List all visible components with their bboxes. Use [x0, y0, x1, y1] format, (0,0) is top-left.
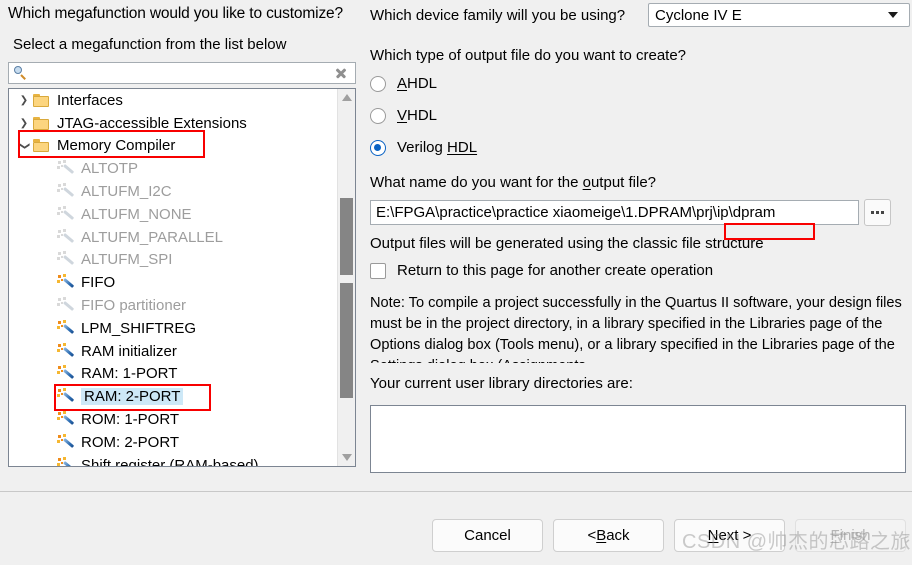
radio-verilog-hdl-label: Verilog HDL [397, 139, 478, 156]
page-title: Which megafunction would you like to cus… [8, 5, 343, 22]
page-subtitle: Select a megafunction from the list belo… [13, 36, 287, 53]
tree-item[interactable]: RAM: 1-PORT [9, 363, 335, 386]
radio-ahdl[interactable]: AHDL [370, 75, 437, 92]
scroll-down-arrow-icon[interactable] [338, 449, 355, 466]
tree-item-label: FIFO partitioner [81, 297, 187, 315]
megafunction-wand-icon [57, 183, 76, 200]
megafunction-search-box[interactable] [8, 62, 356, 84]
chevron-right-icon[interactable] [15, 118, 33, 129]
radio-vhdl-label: VHDL [397, 107, 438, 124]
output-file-name-label: What name do you want for the output fil… [370, 174, 657, 191]
megafunction-wand-icon [57, 342, 76, 360]
tree-item[interactable]: ALTUFM_I2C [9, 180, 335, 203]
tree-list: Interfaces JTAG-accessible Extensions Memo… [9, 89, 335, 467]
return-to-page-label: Return to this page for another create o… [397, 262, 714, 279]
close-icon[interactable] [330, 63, 352, 83]
tree-item[interactable]: RAM initializer [9, 340, 335, 363]
tree-item-label: FIFO [81, 274, 116, 292]
tree-item[interactable]: FIFO [9, 271, 335, 294]
tree-item[interactable]: RAM: 2-PORT [9, 385, 335, 408]
megafunction-wand-icon [57, 456, 76, 466]
tree-item-label: ALTOTP [81, 160, 138, 178]
tree-item[interactable]: ALTUFM_NONE [9, 203, 335, 226]
tree-item[interactable]: Shift register (RAM-based) [9, 454, 335, 467]
chevron-down-icon[interactable] [15, 140, 33, 151]
compile-note-text: Note: To compile a project successfully … [370, 295, 902, 363]
device-family-value: Cyclone IV E [655, 6, 742, 24]
megafunction-tree[interactable]: Interfaces JTAG-accessible Extensions Memo… [8, 88, 356, 467]
tree-item[interactable]: ALTUFM_SPI [9, 249, 335, 272]
scroll-up-arrow-icon[interactable] [338, 89, 355, 106]
folder-icon [33, 116, 50, 130]
tree-item[interactable]: ROM: 2-PORT [9, 431, 335, 454]
tree-item[interactable]: JTAG-accessible Extensions [9, 112, 335, 135]
next-button[interactable]: Next > [674, 519, 785, 552]
megafunction-wand-icon [57, 388, 76, 405]
megafunction-wand-icon [57, 228, 76, 246]
radio-ahdl-label: AHDL [397, 75, 438, 92]
radio-vhdl-indicator[interactable] [370, 107, 386, 124]
footer-divider [0, 491, 912, 492]
tree-item-label: Interfaces [57, 91, 123, 109]
search-icon [13, 65, 29, 81]
return-to-page-checkbox[interactable]: Return to this page for another create o… [370, 262, 713, 279]
output-type-label: Which type of output file do you want to… [370, 47, 687, 64]
scrollbar-thumb-lower[interactable] [340, 283, 353, 398]
radio-verilog-hdl[interactable]: Verilog HDL [370, 139, 477, 156]
search-input[interactable] [29, 64, 330, 82]
tree-item-label: ROM: 2-PORT [81, 433, 180, 451]
megafunction-wand-icon [57, 411, 76, 428]
tree-item[interactable]: ALTUFM_PARALLEL [9, 226, 335, 249]
radio-vhdl[interactable]: VHDL [370, 107, 437, 124]
folder-icon [33, 93, 50, 107]
finish-button: Finish [795, 519, 906, 552]
tree-item-label: LPM_SHIFTREG [81, 319, 197, 337]
megafunction-wand-icon [57, 251, 76, 268]
tree-item-label: RAM initializer [81, 342, 177, 360]
quartus-megawizard-dialog: Which megafunction would you like to cus… [0, 0, 912, 565]
output-settings-pane: Which device family will you be using? C… [368, 0, 912, 489]
user-library-label: Your current user library directories ar… [370, 375, 633, 392]
tree-item[interactable]: ALTOTP [9, 157, 335, 180]
browse-button[interactable] [864, 199, 891, 226]
device-family-label: Which device family will you be using? [370, 7, 626, 24]
tree-item-label: ALTUFM_SPI [81, 251, 173, 269]
tree-item[interactable]: FIFO partitioner [9, 294, 335, 317]
megafunction-wand-icon [57, 319, 76, 337]
folder-icon [33, 139, 50, 153]
output-path-input[interactable] [370, 200, 859, 225]
tree-item-label: RAM: 2-PORT [81, 388, 184, 406]
chevron-down-icon [888, 12, 898, 18]
tree-item-label: Shift register (RAM-based) [81, 456, 259, 467]
scrollbar-thumb-upper[interactable] [340, 198, 353, 275]
megafunction-selection-pane: Which megafunction would you like to cus… [0, 0, 364, 489]
tree-item-label: ALTUFM_I2C [81, 183, 172, 201]
megafunction-wand-icon [57, 205, 76, 223]
tree-item[interactable]: ROM: 1-PORT [9, 408, 335, 431]
user-library-list[interactable] [370, 405, 906, 473]
radio-ahdl-indicator[interactable] [370, 75, 386, 92]
tree-item-label: Memory Compiler [57, 137, 176, 155]
megafunction-wand-icon [57, 274, 76, 291]
tree-item-label: ALTUFM_NONE [81, 205, 192, 223]
classic-structure-note: Output files will be generated using the… [370, 235, 764, 252]
radio-verilog-hdl-indicator[interactable] [370, 139, 386, 156]
megafunction-wand-icon [57, 365, 76, 382]
tree-item-label: JTAG-accessible Extensions [57, 114, 247, 132]
device-family-select[interactable]: Cyclone IV E [648, 3, 910, 27]
checkbox-indicator[interactable] [370, 262, 386, 279]
tree-scrollbar[interactable] [337, 89, 355, 466]
chevron-right-icon[interactable] [15, 95, 33, 106]
megafunction-wand-icon [57, 160, 76, 177]
tree-item[interactable]: Memory Compiler [9, 135, 335, 158]
tree-item[interactable]: LPM_SHIFTREG [9, 317, 335, 340]
tree-item-label: ROM: 1-PORT [81, 411, 180, 429]
tree-item-label: ALTUFM_PARALLEL [81, 228, 223, 246]
megafunction-wand-icon [57, 433, 76, 451]
back-button[interactable]: < Back [553, 519, 664, 552]
tree-item-label: RAM: 1-PORT [81, 365, 178, 383]
tree-item[interactable]: Interfaces [9, 89, 335, 112]
megafunction-wand-icon [57, 297, 76, 314]
cancel-button[interactable]: Cancel [432, 519, 543, 552]
